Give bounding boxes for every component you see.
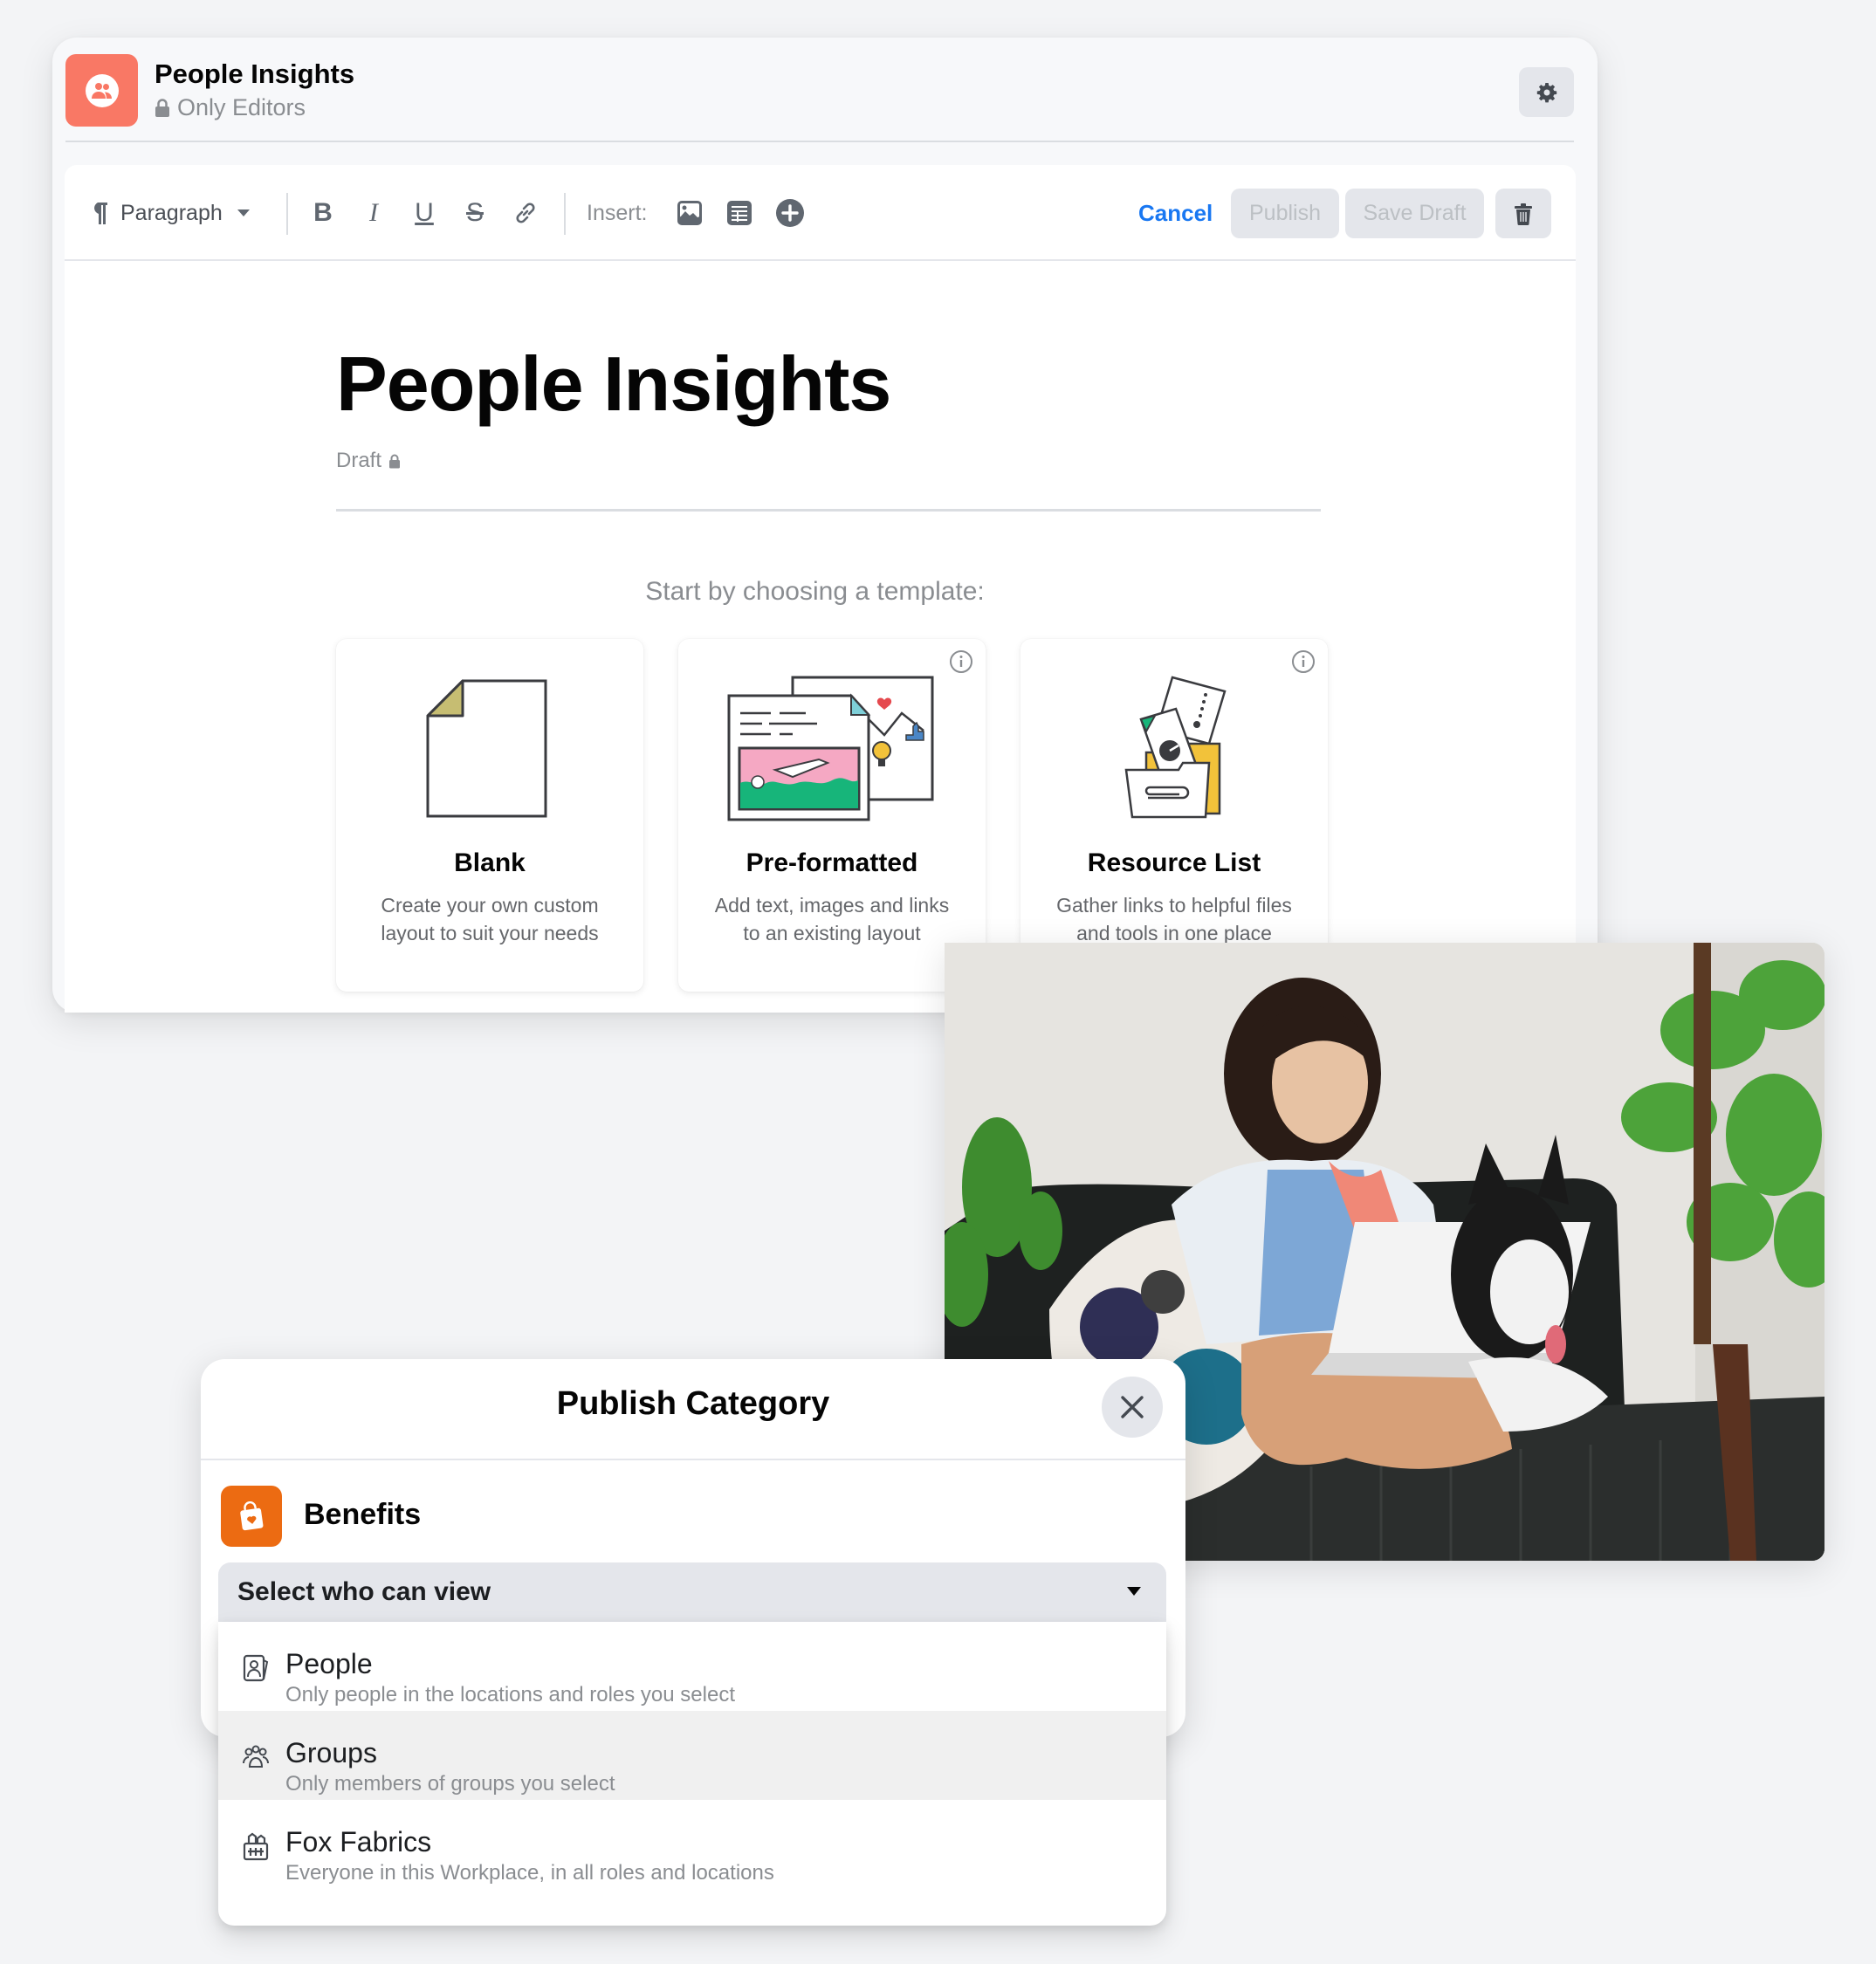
trash-icon [1515, 203, 1532, 225]
building-icon [243, 1832, 269, 1861]
italic-button[interactable]: I [356, 165, 391, 261]
close-icon [1121, 1396, 1144, 1418]
plus-circle-icon [776, 199, 804, 227]
cancel-button[interactable]: Cancel [1138, 165, 1213, 261]
gear-icon [1536, 82, 1556, 102]
insert-label: Insert: [587, 200, 648, 225]
option-title: Groups [285, 1737, 377, 1768]
editor-window: People Insights Only Editors Paragraph B… [52, 38, 1598, 1013]
template-card-resource-list[interactable]: Resource List Gather links to helpful fi… [1020, 639, 1328, 992]
toolbar-divider [286, 193, 288, 235]
settings-button[interactable] [1519, 67, 1574, 117]
modal-divider [201, 1459, 1185, 1460]
info-icon [1292, 650, 1315, 673]
template-card-preformatted[interactable]: Pre-formatted Add text, images and links… [678, 639, 986, 992]
option-title: People [285, 1648, 373, 1679]
template-description: Gather links to helpful files and tools … [1056, 894, 1292, 944]
document-status: Draft [336, 449, 401, 473]
editor-panel: Paragraph B I U S Insert: Cancel Publish… [65, 165, 1576, 1013]
people-group-icon [85, 73, 119, 107]
template-card-blank[interactable]: Blank Create your own custom layout to s… [336, 639, 643, 992]
visibility-text: Only Editors [177, 94, 306, 120]
title-divider [336, 509, 1321, 512]
template-prompt: Start by choosing a template: [645, 577, 985, 606]
option-title: Fox Fabrics [285, 1826, 432, 1858]
category-name: Benefits [304, 1498, 422, 1531]
editor-header: People Insights Only Editors [65, 54, 1574, 141]
lock-icon [155, 98, 169, 117]
template-name: Blank [454, 848, 526, 877]
visibility-label: Only Editors [155, 94, 306, 121]
preformatted-illustration [678, 674, 986, 822]
option-description: Only members of groups you select [285, 1772, 615, 1796]
template-description: Add text, images and links to an existin… [714, 894, 950, 944]
save-draft-button[interactable]: Save Draft [1345, 189, 1484, 238]
select-label: Select who can view [237, 1577, 491, 1606]
option-description: Everyone in this Workplace, in all roles… [285, 1861, 774, 1885]
info-icon [950, 650, 972, 673]
menu-option-groups[interactable]: Groups Only members of groups you select [218, 1711, 1166, 1800]
insert-image-button[interactable] [676, 165, 704, 261]
person-badge-icon [243, 1654, 269, 1682]
strikethrough-button[interactable]: S [457, 165, 492, 261]
delete-button[interactable] [1495, 189, 1551, 238]
editor-toolbar: Paragraph B I U S Insert: Cancel Publish… [65, 165, 1576, 261]
menu-option-people[interactable]: People Only people in the locations and … [218, 1622, 1166, 1711]
resource-folder-illustration [1020, 674, 1328, 822]
close-button[interactable] [1102, 1377, 1163, 1438]
template-name: Resource List [1087, 848, 1261, 877]
option-description: Only people in the locations and roles y… [285, 1683, 735, 1706]
toolbar-divider [564, 193, 566, 235]
app-icon [65, 54, 138, 127]
underline-button[interactable]: U [407, 165, 442, 261]
document-title[interactable]: People Insights [336, 340, 891, 429]
menu-option-fox-fabrics[interactable]: Fox Fabrics Everyone in this Workplace, … [218, 1800, 1166, 1889]
editor-app-title: People Insights [155, 58, 355, 89]
template-name: Pre-formatted [746, 848, 918, 877]
block-style-label: Paragraph [120, 200, 223, 225]
who-can-view-select[interactable]: Select who can view [218, 1562, 1166, 1622]
chevron-down-icon [237, 209, 250, 216]
block-style-dropdown[interactable]: Paragraph [91, 165, 251, 261]
lock-icon [389, 454, 401, 468]
shopping-bag-heart-icon [240, 1501, 264, 1531]
link-icon [516, 203, 535, 223]
image-icon [677, 201, 702, 225]
bold-icon: B [313, 198, 333, 227]
insert-more-button[interactable] [775, 165, 805, 261]
caret-down-icon [1127, 1587, 1141, 1596]
link-button[interactable] [508, 165, 543, 261]
modal-title: Publish Category [556, 1385, 830, 1422]
strikethrough-icon: S [465, 198, 484, 227]
category-icon [221, 1486, 282, 1547]
insert-table-button[interactable] [726, 165, 752, 261]
underline-icon: U [415, 198, 434, 227]
header-divider [65, 141, 1574, 142]
groups-icon [243, 1745, 269, 1768]
who-can-view-menu: People Only people in the locations and … [218, 1622, 1166, 1926]
italic-icon: I [369, 198, 378, 227]
table-icon [727, 201, 752, 225]
bold-button[interactable]: B [306, 165, 340, 261]
blank-page-illustration [336, 674, 643, 822]
template-description: Create your own custom layout to suit yo… [381, 894, 599, 944]
publish-button[interactable]: Publish [1231, 189, 1339, 238]
paragraph-icon [94, 203, 107, 224]
draft-label: Draft [336, 449, 382, 472]
